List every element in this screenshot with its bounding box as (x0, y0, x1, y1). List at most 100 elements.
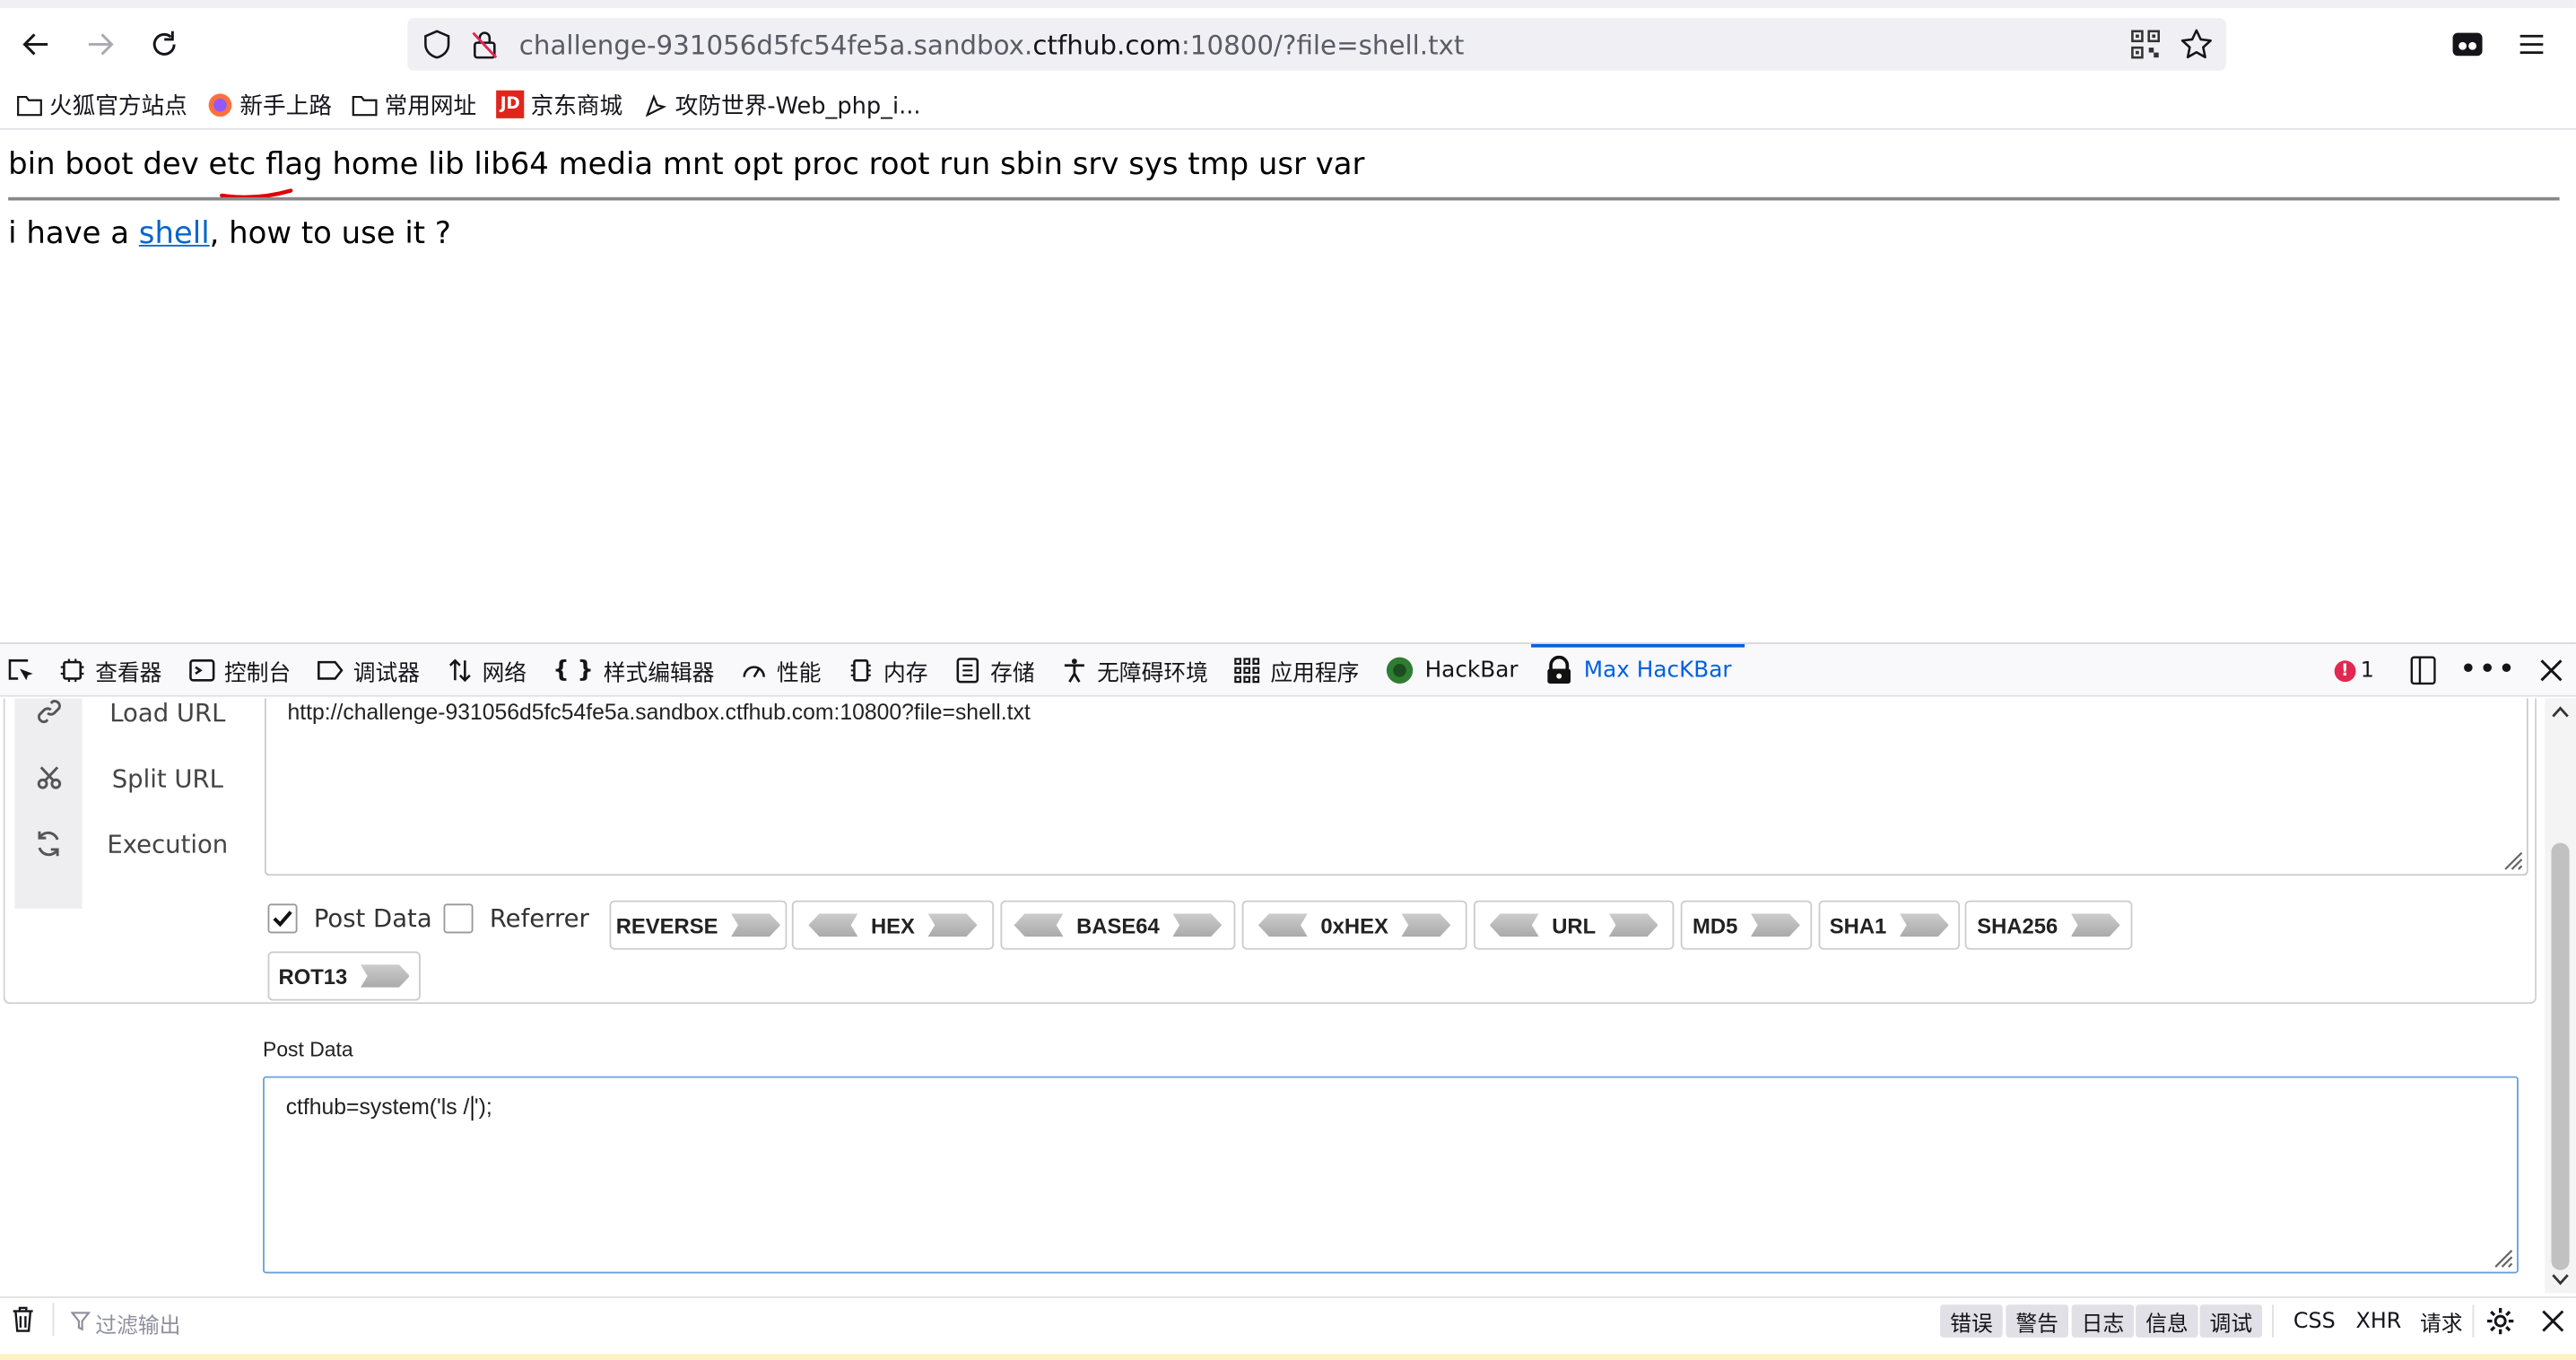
filter-debug-button[interactable]: 调试 (2199, 1304, 2263, 1338)
resize-grip-icon[interactable] (2491, 1245, 2514, 1268)
tab-performance[interactable]: 性能 (727, 643, 834, 696)
checkbox-label: Post Data (313, 903, 432, 934)
extension-icon[interactable] (2444, 22, 2490, 67)
filter-warnings-button[interactable]: 警告 (2006, 1304, 2069, 1338)
arrow-left-icon (1489, 913, 1539, 937)
sha1-button[interactable]: SHA1 (1818, 900, 1961, 950)
arrow-right-icon (2070, 913, 2120, 937)
element-picker-icon[interactable] (0, 643, 46, 696)
tab-label: 应用程序 (1270, 659, 1360, 686)
reverse-button[interactable]: REVERSE (609, 900, 788, 950)
tab-application[interactable]: 应用程序 (1221, 643, 1372, 696)
scroll-down-icon[interactable] (2551, 1273, 2569, 1286)
bookmark-item[interactable]: 攻防世界-Web_php_i... (642, 88, 921, 121)
load-url-button[interactable]: Load URL (93, 698, 241, 728)
resize-grip-icon[interactable] (2501, 848, 2524, 871)
url-text[interactable]: challenge-931056d5fc54fe5a.sandbox.ctfhu… (519, 29, 1465, 60)
tab-inspector[interactable]: 查看器 (46, 643, 175, 696)
tab-debugger[interactable]: 调试器 (304, 643, 433, 696)
bookmark-item[interactable]: JD 京东商城 (496, 88, 622, 121)
encoder-label: BASE64 (1076, 912, 1160, 937)
tab-max-hackbar[interactable]: Max HacKBar (1531, 643, 1745, 696)
shield-icon[interactable] (422, 30, 452, 59)
encoder-label: MD5 (1693, 912, 1738, 937)
scroll-up-icon[interactable] (2551, 705, 2569, 719)
bookmark-item[interactable]: 火狐官方站点 (16, 88, 187, 121)
trash-icon[interactable] (12, 1306, 35, 1332)
console-toolbar: 过滤输出 错误 警告 日志 信息 调试 CSS XHR 请求 (0, 1296, 2576, 1343)
tab-accessibility[interactable]: 无障碍环境 (1048, 643, 1221, 696)
url-encode-button[interactable]: URL (1473, 900, 1675, 950)
memory-icon (848, 657, 874, 683)
filter-requests-button[interactable]: 请求 (2410, 1304, 2473, 1338)
tab-style-editor[interactable]: { } 样式编辑器 (540, 643, 727, 696)
filter-icon (70, 1312, 91, 1331)
back-icon[interactable] (13, 22, 59, 67)
divider (2472, 1304, 2475, 1338)
storage-icon (954, 657, 980, 683)
console-icon (188, 657, 214, 683)
forward-icon[interactable] (77, 22, 123, 67)
bookmark-item[interactable]: 常用网址 (352, 88, 476, 121)
arrow-left-icon (1258, 913, 1308, 937)
tab-hackbar[interactable]: HackBar (1372, 643, 1531, 696)
gear-icon[interactable] (2485, 1306, 2515, 1336)
qr-code-icon[interactable] (2131, 30, 2161, 59)
base64-button[interactable]: BASE64 (1000, 900, 1236, 950)
arrow-right-icon (927, 913, 978, 937)
filter-info-button[interactable]: 信息 (2136, 1304, 2198, 1338)
arrow-right-icon (1899, 913, 1949, 937)
arrow-right-icon (1172, 913, 1223, 937)
divider (8, 196, 2560, 201)
close-console-icon[interactable] (2541, 1310, 2564, 1333)
md5-button[interactable]: MD5 (1680, 900, 1813, 950)
scrollbar-thumb[interactable] (2551, 842, 2570, 1270)
bookmark-item[interactable]: 新手上路 (207, 88, 332, 121)
encoder-label: SHA1 (1829, 912, 1887, 937)
tab-network[interactable]: 网络 (433, 643, 540, 696)
tab-memory[interactable]: 内存 (834, 643, 941, 696)
split-url-button[interactable]: Split URL (93, 764, 241, 794)
arrow-left-icon (1014, 913, 1064, 937)
max-hackbar-icon (1545, 654, 1574, 684)
filter-xhr-button[interactable]: XHR (2346, 1304, 2412, 1338)
filter-css-button[interactable]: CSS (2284, 1304, 2345, 1338)
hamburger-menu-icon[interactable] (2509, 22, 2554, 67)
tab-label: 内存 (883, 659, 928, 686)
tab-label: 查看器 (95, 659, 162, 686)
post-data-checkbox[interactable]: Post Data (267, 903, 432, 934)
checkbox-checked-icon[interactable] (267, 903, 298, 934)
hex-button[interactable]: HEX (791, 900, 995, 950)
refresh-icon[interactable] (14, 810, 82, 876)
tab-console[interactable]: 控制台 (175, 643, 304, 696)
insecure-lock-icon[interactable] (470, 30, 500, 59)
more-options-icon[interactable]: ••• (2459, 655, 2517, 684)
referrer-checkbox[interactable]: Referrer (443, 903, 589, 934)
link-icon[interactable] (14, 698, 82, 731)
filter-input[interactable]: 过滤输出 (95, 1308, 180, 1338)
filter-logs-button[interactable]: 日志 (2071, 1304, 2135, 1338)
close-devtools-icon[interactable] (2540, 658, 2563, 682)
url-textarea[interactable]: http://challenge-931056d5fc54fe5a.sandbo… (264, 698, 2528, 876)
shell-link[interactable]: shell (139, 217, 210, 251)
rot13-button[interactable]: ROT13 (267, 951, 421, 1001)
hackbar-panel: Load URL Split URL Execution http://chal… (3, 698, 2537, 1005)
checkbox-unchecked-icon[interactable] (443, 903, 474, 934)
sha256-button[interactable]: SHA256 (1964, 900, 2133, 950)
0xhex-button[interactable]: 0xHEX (1241, 900, 1467, 950)
execution-button[interactable]: Execution (93, 830, 241, 859)
panel-scrollbar[interactable] (2545, 698, 2576, 1294)
arrow-right-icon (360, 964, 410, 988)
reload-icon[interactable] (142, 22, 187, 67)
error-counter[interactable]: ! 1 (2334, 658, 2374, 683)
hackbar-icon (1386, 655, 1415, 684)
bookmark-star-icon[interactable] (2180, 28, 2214, 61)
tab-storage[interactable]: 存储 (941, 643, 1048, 696)
page-content: bin boot dev etc flag home lib lib64 med… (0, 131, 2576, 641)
dock-side-icon[interactable] (2410, 656, 2436, 685)
filter-errors-button[interactable]: 错误 (1940, 1304, 2003, 1338)
post-data-textarea[interactable]: ctfhub=system('ls / '); (263, 1076, 2519, 1274)
checkbox-label: Referrer (489, 903, 589, 934)
scissors-icon[interactable] (14, 745, 82, 810)
url-bar[interactable]: challenge-931056d5fc54fe5a.sandbox.ctfhu… (407, 18, 2226, 71)
